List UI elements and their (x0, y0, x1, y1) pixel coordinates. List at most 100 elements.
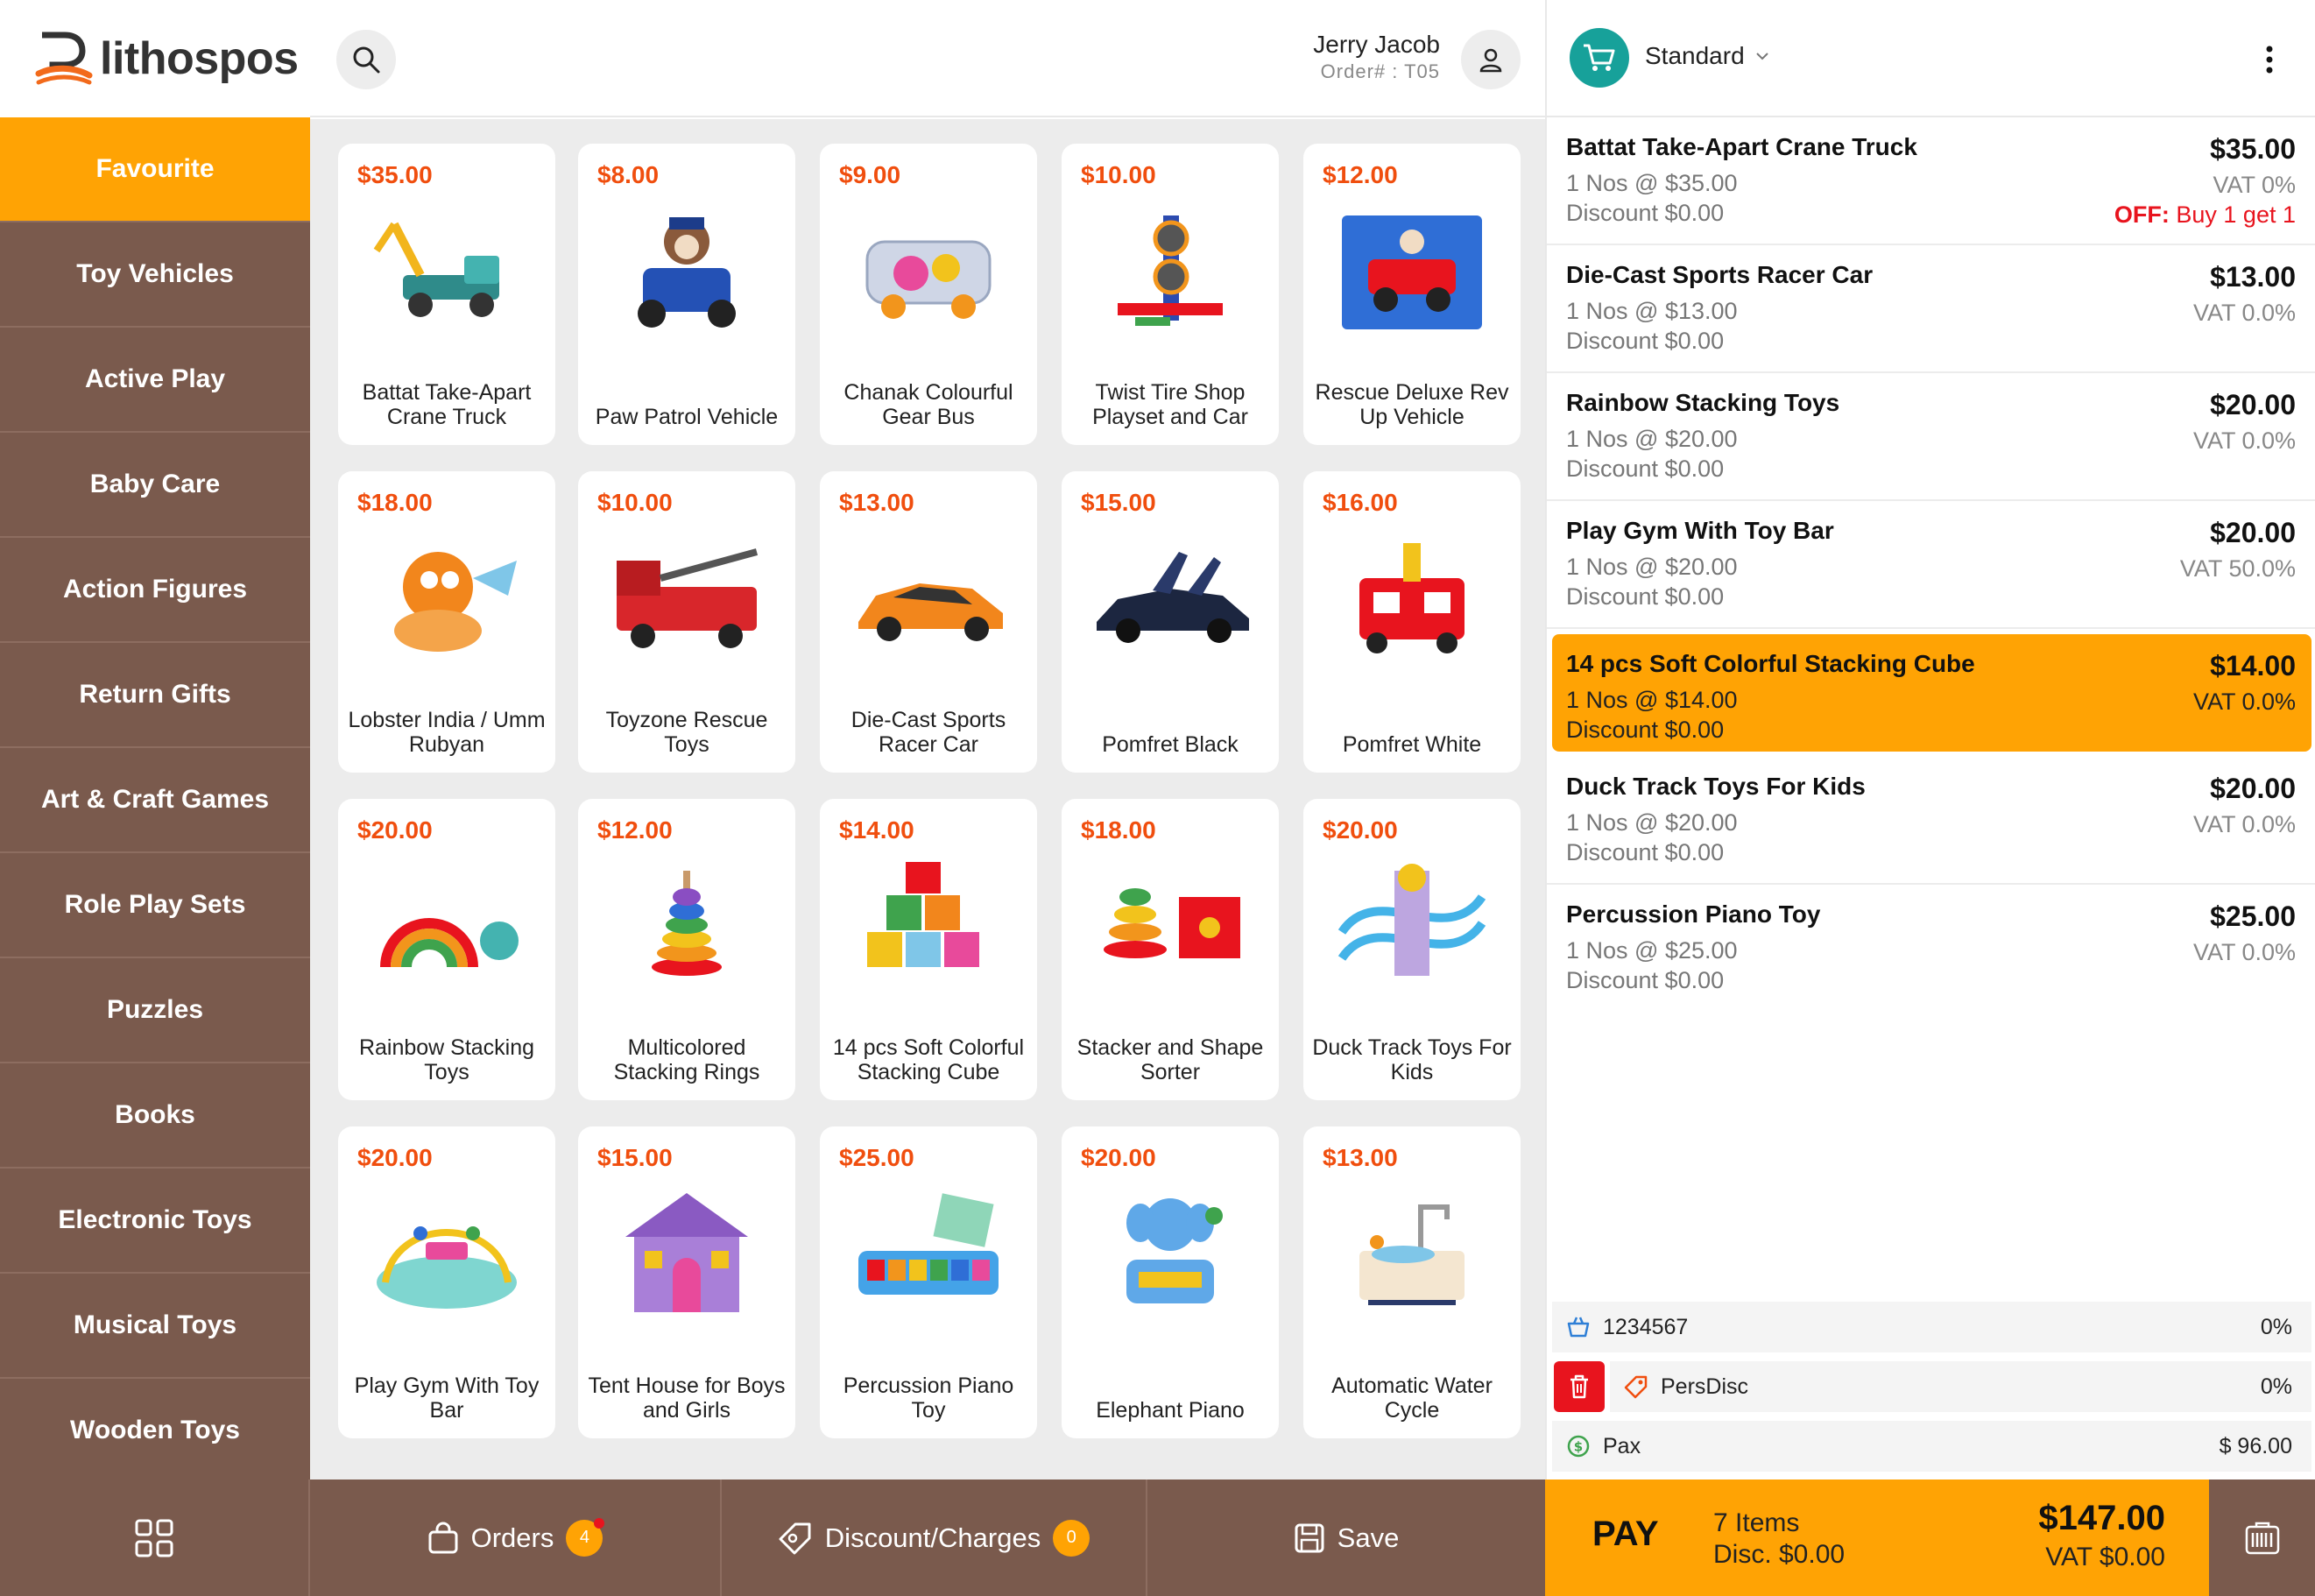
product-name: Rescue Deluxe Rev Up Vehicle (1315, 380, 1509, 429)
barcode-scan-button[interactable] (2209, 1479, 2315, 1596)
cart-item-vat: VAT 0.0% (2192, 300, 2296, 326)
category-wooden-toys[interactable]: Wooden Toys (0, 1379, 310, 1484)
search-icon (353, 46, 380, 74)
category-toy-vehicles[interactable]: Toy Vehicles (0, 222, 310, 328)
product-card[interactable]: $25.00 Percussion Piano Toy (820, 1126, 1037, 1438)
product-price: $12.00 (1323, 161, 1398, 188)
cart-item-name: Rainbow Stacking Toys (1566, 389, 1840, 416)
logo-icon (35, 32, 93, 85)
paw-patrol-vehicle-image (638, 217, 736, 328)
pax-row[interactable]: $ Pax $ 96.00 (1552, 1421, 2311, 1472)
product-card[interactable]: $15.00 Tent House for Boys and Girls (578, 1126, 795, 1438)
cart-item-offer: OFF: Buy 1 get 1 (2114, 201, 2296, 229)
cart-item-amount: $25.00 (2210, 900, 2296, 932)
product-card[interactable]: $20.00 Rainbow Stacking Toys (338, 799, 555, 1100)
product-card[interactable]: $18.00 Stacker and Shape Sorter (1062, 799, 1279, 1100)
category-sidebar: Favourite Toy Vehicles Active Play Baby … (0, 117, 310, 1484)
cart-item-discount: Discount $0.00 (1566, 328, 1725, 354)
grid-view-button[interactable] (0, 1479, 310, 1596)
pay-discount: Disc. $0.00 (1713, 1540, 1846, 1569)
category-active-play[interactable]: Active Play (0, 328, 310, 433)
delete-discount-button[interactable] (1554, 1361, 1605, 1412)
product-card[interactable]: $13.00 Automatic Water Cycle (1303, 1126, 1521, 1438)
pay-button[interactable]: PAY 7 Items Disc. $0.00 $147.00 VAT $0.0… (1545, 1479, 2209, 1596)
black-car-image (1097, 552, 1249, 643)
product-card[interactable]: $20.00 Elephant Piano (1062, 1126, 1279, 1438)
pax-label: Pax (1603, 1433, 1641, 1458)
save-icon (1295, 1523, 1324, 1552)
product-card[interactable]: $20.00 Duck Track Toys For Kids (1303, 799, 1521, 1100)
product-card[interactable]: $10.00 Toyzone Rescue Toys (578, 471, 795, 773)
play-gym-image (377, 1226, 517, 1309)
save-button[interactable]: Save (1147, 1479, 1545, 1596)
order-number: Order# : T05 (1320, 60, 1440, 82)
product-card[interactable]: $18.00 Lobster India / Umm Rubyan (338, 471, 555, 773)
elephant-piano-image (1126, 1198, 1223, 1303)
fire-station-toy-image (1359, 543, 1465, 653)
orders-button[interactable]: Orders 4 (310, 1479, 722, 1596)
product-card[interactable]: $15.00 Pomfret Black (1062, 471, 1279, 773)
cart-line[interactable]: Battat Take-Apart Crane Truck 1 Nos @ $3… (1547, 117, 2315, 245)
more-options-button[interactable] (2259, 35, 2280, 84)
category-action-figures[interactable]: Action Figures (0, 538, 310, 643)
category-favourite[interactable]: Favourite (0, 117, 310, 222)
category-electronic-toys[interactable]: Electronic Toys (0, 1169, 310, 1274)
product-price: $20.00 (1323, 816, 1398, 844)
product-price: $9.00 (839, 161, 901, 188)
product-name: Paw Patrol Vehicle (595, 405, 779, 429)
sports-car-image (858, 583, 1003, 641)
category-books[interactable]: Books (0, 1063, 310, 1169)
user-name: Jerry Jacob (1313, 31, 1440, 58)
product-price: $13.00 (1323, 1144, 1398, 1171)
product-card[interactable]: $8.00 Paw Patrol Vehicle (578, 144, 795, 445)
category-art-craft-games[interactable]: Art & Craft Games (0, 748, 310, 853)
category-return-gifts[interactable]: Return Gifts (0, 643, 310, 748)
price-list-dropdown[interactable]: Standard (1645, 42, 1769, 70)
product-card[interactable]: $9.00 Chanak Colourful Gear Bus (820, 144, 1037, 445)
product-card[interactable]: $13.00 Die-Cast Sports Racer Car (820, 471, 1037, 773)
cart-item-amount: $20.00 (2210, 517, 2296, 548)
cart-line[interactable]: Rainbow Stacking Toys 1 Nos @ $20.00 Dis… (1547, 373, 2315, 501)
brand-name: lithospos (100, 33, 299, 84)
personal-discount-row[interactable]: PersDisc 0% (1610, 1361, 2311, 1412)
category-baby-care[interactable]: Baby Care (0, 433, 310, 538)
product-name: Die-Cast Sports Racer Car (850, 708, 1006, 757)
product-card[interactable]: $14.00 14 pcs Soft Colorful Stacking Cub… (820, 799, 1037, 1100)
cart-item-qty: 1 Nos @ $14.00 (1566, 687, 1738, 713)
cart-line[interactable]: Die-Cast Sports Racer Car 1 Nos @ $13.00… (1547, 245, 2315, 373)
product-card[interactable]: $16.00 Pomfret White (1303, 471, 1521, 773)
product-name: Duck Track Toys For Kids (1312, 1035, 1512, 1084)
product-card[interactable]: $12.00 Rescue Deluxe Rev Up Vehicle (1303, 144, 1521, 445)
cart-item-vat: VAT 50.0% (2179, 555, 2296, 582)
cart-line[interactable]: Play Gym With Toy Bar 1 Nos @ $20.00 Dis… (1547, 501, 2315, 629)
discount-charges-button[interactable]: Discount/Charges 0 (722, 1479, 1147, 1596)
pay-label: PAY (1592, 1515, 1659, 1553)
search-button[interactable] (336, 30, 396, 89)
cart-line-selected[interactable]: 14 pcs Soft Colorful Stacking Cube 1 Nos… (1552, 634, 2311, 752)
product-card[interactable]: $12.00 Multicolored Stacking Rings (578, 799, 795, 1100)
product-price: $8.00 (597, 161, 660, 188)
category-musical-toys[interactable]: Musical Toys (0, 1274, 310, 1379)
personal-discount-label: PersDisc (1661, 1374, 1749, 1399)
category-role-play-sets[interactable]: Role Play Sets (0, 853, 310, 958)
product-name: Rainbow Stacking Toys (358, 1035, 535, 1084)
customer-row[interactable]: 1234567 0% (1552, 1302, 2311, 1352)
save-label: Save (1337, 1522, 1400, 1553)
trash-icon (1570, 1374, 1588, 1399)
product-card[interactable]: $20.00 Play Gym With Toy Bar (338, 1126, 555, 1438)
product-card[interactable]: $35.00 Battat Take-Apart Crane Truck (338, 144, 555, 445)
cart-line[interactable]: Percussion Piano Toy 1 Nos @ $25.00 Disc… (1547, 885, 2315, 1013)
user-button[interactable] (1461, 30, 1521, 89)
rescue-vehicle-image (1342, 215, 1482, 329)
category-puzzles[interactable]: Puzzles (0, 958, 310, 1063)
product-price: $15.00 (1081, 489, 1156, 516)
dollar-icon: $ (1567, 1435, 1590, 1458)
cart-line[interactable]: Duck Track Toys For Kids 1 Nos @ $20.00 … (1547, 757, 2315, 885)
product-price: $12.00 (597, 816, 673, 844)
product-card[interactable]: $10.00 Twist Tire Shop Playset and Car (1062, 144, 1279, 445)
shape-sorter-image (1104, 888, 1240, 958)
product-price: $20.00 (1081, 1144, 1156, 1171)
product-price: $18.00 (357, 489, 433, 516)
cart-item-vat: VAT 0% (2213, 172, 2296, 198)
customer-label: 1234567 (1603, 1314, 1689, 1339)
